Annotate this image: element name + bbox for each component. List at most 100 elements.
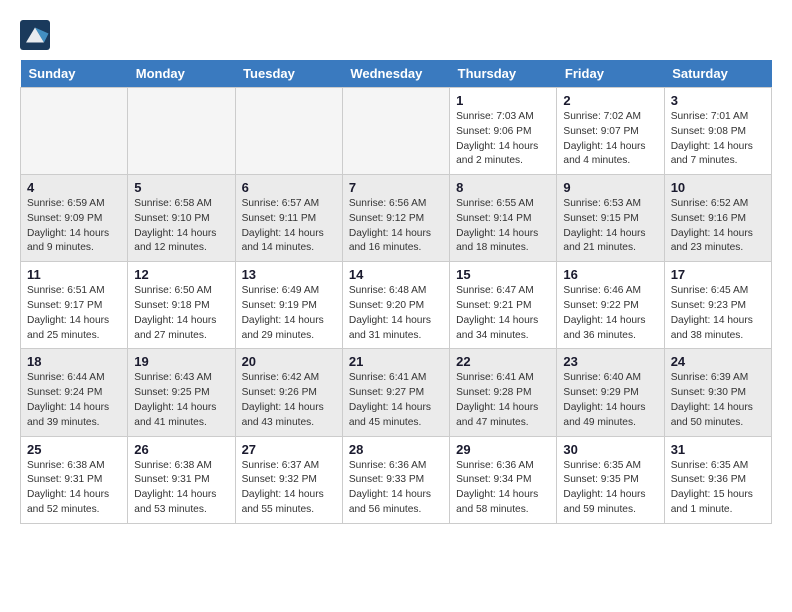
- day-number: 20: [242, 354, 336, 369]
- calendar-week-row: 1 Sunrise: 7:03 AMSunset: 9:06 PMDaylight…: [21, 88, 772, 175]
- day-number: 14: [349, 267, 443, 282]
- day-info: Sunrise: 6:55 AMSunset: 9:14 PMDaylight:…: [456, 197, 550, 256]
- day-info: Sunrise: 6:41 AMSunset: 9:27 PMDaylight:…: [349, 371, 443, 430]
- day-number: 28: [349, 442, 443, 457]
- calendar-day-header: Monday: [128, 60, 235, 88]
- day-number: 30: [563, 442, 657, 457]
- calendar-cell: 21 Sunrise: 6:41 AMSunset: 9:27 PMDayligh…: [342, 349, 449, 436]
- day-info: Sunrise: 6:36 AMSunset: 9:34 PMDaylight:…: [456, 459, 550, 518]
- day-info: Sunrise: 7:03 AMSunset: 9:06 PMDaylight:…: [456, 110, 550, 169]
- day-info: Sunrise: 6:44 AMSunset: 9:24 PMDaylight:…: [27, 371, 121, 430]
- calendar-week-row: 4 Sunrise: 6:59 AMSunset: 9:09 PMDaylight…: [21, 175, 772, 262]
- day-number: 15: [456, 267, 550, 282]
- day-number: 19: [134, 354, 228, 369]
- calendar-week-row: 25 Sunrise: 6:38 AMSunset: 9:31 PMDayligh…: [21, 436, 772, 523]
- calendar-cell: 7Sunrise: 6:56 AMSunset: 9:12 PMDaylight…: [342, 175, 449, 262]
- day-number: 2: [563, 93, 657, 108]
- calendar-cell: 18 Sunrise: 6:44 AMSunset: 9:24 PMDayligh…: [21, 349, 128, 436]
- day-number: 10: [671, 180, 765, 195]
- day-number: 31: [671, 442, 765, 457]
- calendar-cell: 5 Sunrise: 6:58 AMSunset: 9:10 PMDaylight…: [128, 175, 235, 262]
- calendar-cell: 12 Sunrise: 6:50 AMSunset: 9:18 PMDayligh…: [128, 262, 235, 349]
- day-info: Sunrise: 6:39 AMSunset: 9:30 PMDaylight:…: [671, 371, 765, 430]
- day-number: 22: [456, 354, 550, 369]
- day-number: 25: [27, 442, 121, 457]
- day-info: Sunrise: 6:47 AMSunset: 9:21 PMDaylight:…: [456, 284, 550, 343]
- calendar-cell: 6 Sunrise: 6:57 AMSunset: 9:11 PMDaylight…: [235, 175, 342, 262]
- calendar-cell: [342, 88, 449, 175]
- calendar-cell: 31 Sunrise: 6:35 AMSunset: 9:36 PMDayligh…: [664, 436, 771, 523]
- calendar-cell: 11 Sunrise: 6:51 AMSunset: 9:17 PMDayligh…: [21, 262, 128, 349]
- calendar-cell: 15 Sunrise: 6:47 AMSunset: 9:21 PMDayligh…: [450, 262, 557, 349]
- calendar-cell: 2Sunrise: 7:02 AMSunset: 9:07 PMDaylight…: [557, 88, 664, 175]
- day-number: 11: [27, 267, 121, 282]
- day-info: Sunrise: 6:35 AMSunset: 9:35 PMDaylight:…: [563, 459, 657, 518]
- calendar-cell: 23Sunrise: 6:40 AMSunset: 9:29 PMDayligh…: [557, 349, 664, 436]
- day-number: 3: [671, 93, 765, 108]
- day-info: Sunrise: 6:46 AMSunset: 9:22 PMDaylight:…: [563, 284, 657, 343]
- day-number: 27: [242, 442, 336, 457]
- day-info: Sunrise: 6:36 AMSunset: 9:33 PMDaylight:…: [349, 459, 443, 518]
- day-number: 26: [134, 442, 228, 457]
- calendar-cell: 9 Sunrise: 6:53 AMSunset: 9:15 PMDaylight…: [557, 175, 664, 262]
- day-number: 6: [242, 180, 336, 195]
- calendar-cell: 17Sunrise: 6:45 AMSunset: 9:23 PMDayligh…: [664, 262, 771, 349]
- calendar-cell: 1 Sunrise: 7:03 AMSunset: 9:06 PMDaylight…: [450, 88, 557, 175]
- day-info: Sunrise: 6:50 AMSunset: 9:18 PMDaylight:…: [134, 284, 228, 343]
- calendar-cell: 30 Sunrise: 6:35 AMSunset: 9:35 PMDayligh…: [557, 436, 664, 523]
- day-info: Sunrise: 6:48 AMSunset: 9:20 PMDaylight:…: [349, 284, 443, 343]
- calendar-day-header: Friday: [557, 60, 664, 88]
- day-info: Sunrise: 6:43 AMSunset: 9:25 PMDaylight:…: [134, 371, 228, 430]
- calendar-day-header: Thursday: [450, 60, 557, 88]
- day-number: 29: [456, 442, 550, 457]
- day-number: 17: [671, 267, 765, 282]
- logo: [20, 20, 54, 50]
- calendar-cell: 25Sunrise: 6:38 AMSunset: 9:31 PMDayligh…: [21, 436, 128, 523]
- day-number: 7: [349, 180, 443, 195]
- calendar-cell: 26 Sunrise: 6:38 AMSunset: 9:31 PMDayligh…: [128, 436, 235, 523]
- day-number: 21: [349, 354, 443, 369]
- day-info: Sunrise: 6:35 AMSunset: 9:36 PMDaylight:…: [671, 459, 765, 518]
- day-number: 16: [563, 267, 657, 282]
- calendar-cell: 20 Sunrise: 6:42 AMSunset: 9:26 PMDayligh…: [235, 349, 342, 436]
- calendar-cell: 4 Sunrise: 6:59 AMSunset: 9:09 PMDaylight…: [21, 175, 128, 262]
- calendar-cell: 14 Sunrise: 6:48 AMSunset: 9:20 PMDayligh…: [342, 262, 449, 349]
- day-number: 9: [563, 180, 657, 195]
- calendar-header-row: SundayMondayTuesdayWednesdayThursdayFrid…: [21, 60, 772, 88]
- day-number: 12: [134, 267, 228, 282]
- day-info: Sunrise: 6:37 AMSunset: 9:32 PMDaylight:…: [242, 459, 336, 518]
- day-info: Sunrise: 6:53 AMSunset: 9:15 PMDaylight:…: [563, 197, 657, 256]
- calendar-cell: 27 Sunrise: 6:37 AMSunset: 9:32 PMDayligh…: [235, 436, 342, 523]
- calendar-cell: 22 Sunrise: 6:41 AMSunset: 9:28 PMDayligh…: [450, 349, 557, 436]
- day-info: Sunrise: 6:51 AMSunset: 9:17 PMDaylight:…: [27, 284, 121, 343]
- calendar-day-header: Saturday: [664, 60, 771, 88]
- calendar-cell: 28 Sunrise: 6:36 AMSunset: 9:33 PMDayligh…: [342, 436, 449, 523]
- calendar-cell: 8Sunrise: 6:55 AMSunset: 9:14 PMDaylight…: [450, 175, 557, 262]
- day-number: 5: [134, 180, 228, 195]
- calendar-cell: 19 Sunrise: 6:43 AMSunset: 9:25 PMDayligh…: [128, 349, 235, 436]
- page-header: [20, 20, 772, 50]
- calendar-cell: 10Sunrise: 6:52 AMSunset: 9:16 PMDayligh…: [664, 175, 771, 262]
- calendar-cell: 16 Sunrise: 6:46 AMSunset: 9:22 PMDayligh…: [557, 262, 664, 349]
- calendar-cell: 29 Sunrise: 6:36 AMSunset: 9:34 PMDayligh…: [450, 436, 557, 523]
- day-info: Sunrise: 6:58 AMSunset: 9:10 PMDaylight:…: [134, 197, 228, 256]
- calendar-cell: [21, 88, 128, 175]
- day-number: 13: [242, 267, 336, 282]
- day-info: Sunrise: 6:40 AMSunset: 9:29 PMDaylight:…: [563, 371, 657, 430]
- calendar-cell: 24Sunrise: 6:39 AMSunset: 9:30 PMDayligh…: [664, 349, 771, 436]
- day-info: Sunrise: 6:41 AMSunset: 9:28 PMDaylight:…: [456, 371, 550, 430]
- calendar-table: SundayMondayTuesdayWednesdayThursdayFrid…: [20, 60, 772, 524]
- day-info: Sunrise: 6:59 AMSunset: 9:09 PMDaylight:…: [27, 197, 121, 256]
- calendar-day-header: Wednesday: [342, 60, 449, 88]
- day-number: 18: [27, 354, 121, 369]
- day-info: Sunrise: 6:42 AMSunset: 9:26 PMDaylight:…: [242, 371, 336, 430]
- calendar-cell: [128, 88, 235, 175]
- day-number: 4: [27, 180, 121, 195]
- calendar-week-row: 11 Sunrise: 6:51 AMSunset: 9:17 PMDayligh…: [21, 262, 772, 349]
- day-info: Sunrise: 6:57 AMSunset: 9:11 PMDaylight:…: [242, 197, 336, 256]
- calendar-cell: 3 Sunrise: 7:01 AMSunset: 9:08 PMDaylight…: [664, 88, 771, 175]
- day-info: Sunrise: 7:01 AMSunset: 9:08 PMDaylight:…: [671, 110, 765, 169]
- day-number: 1: [456, 93, 550, 108]
- logo-icon: [20, 20, 50, 50]
- day-info: Sunrise: 6:38 AMSunset: 9:31 PMDaylight:…: [134, 459, 228, 518]
